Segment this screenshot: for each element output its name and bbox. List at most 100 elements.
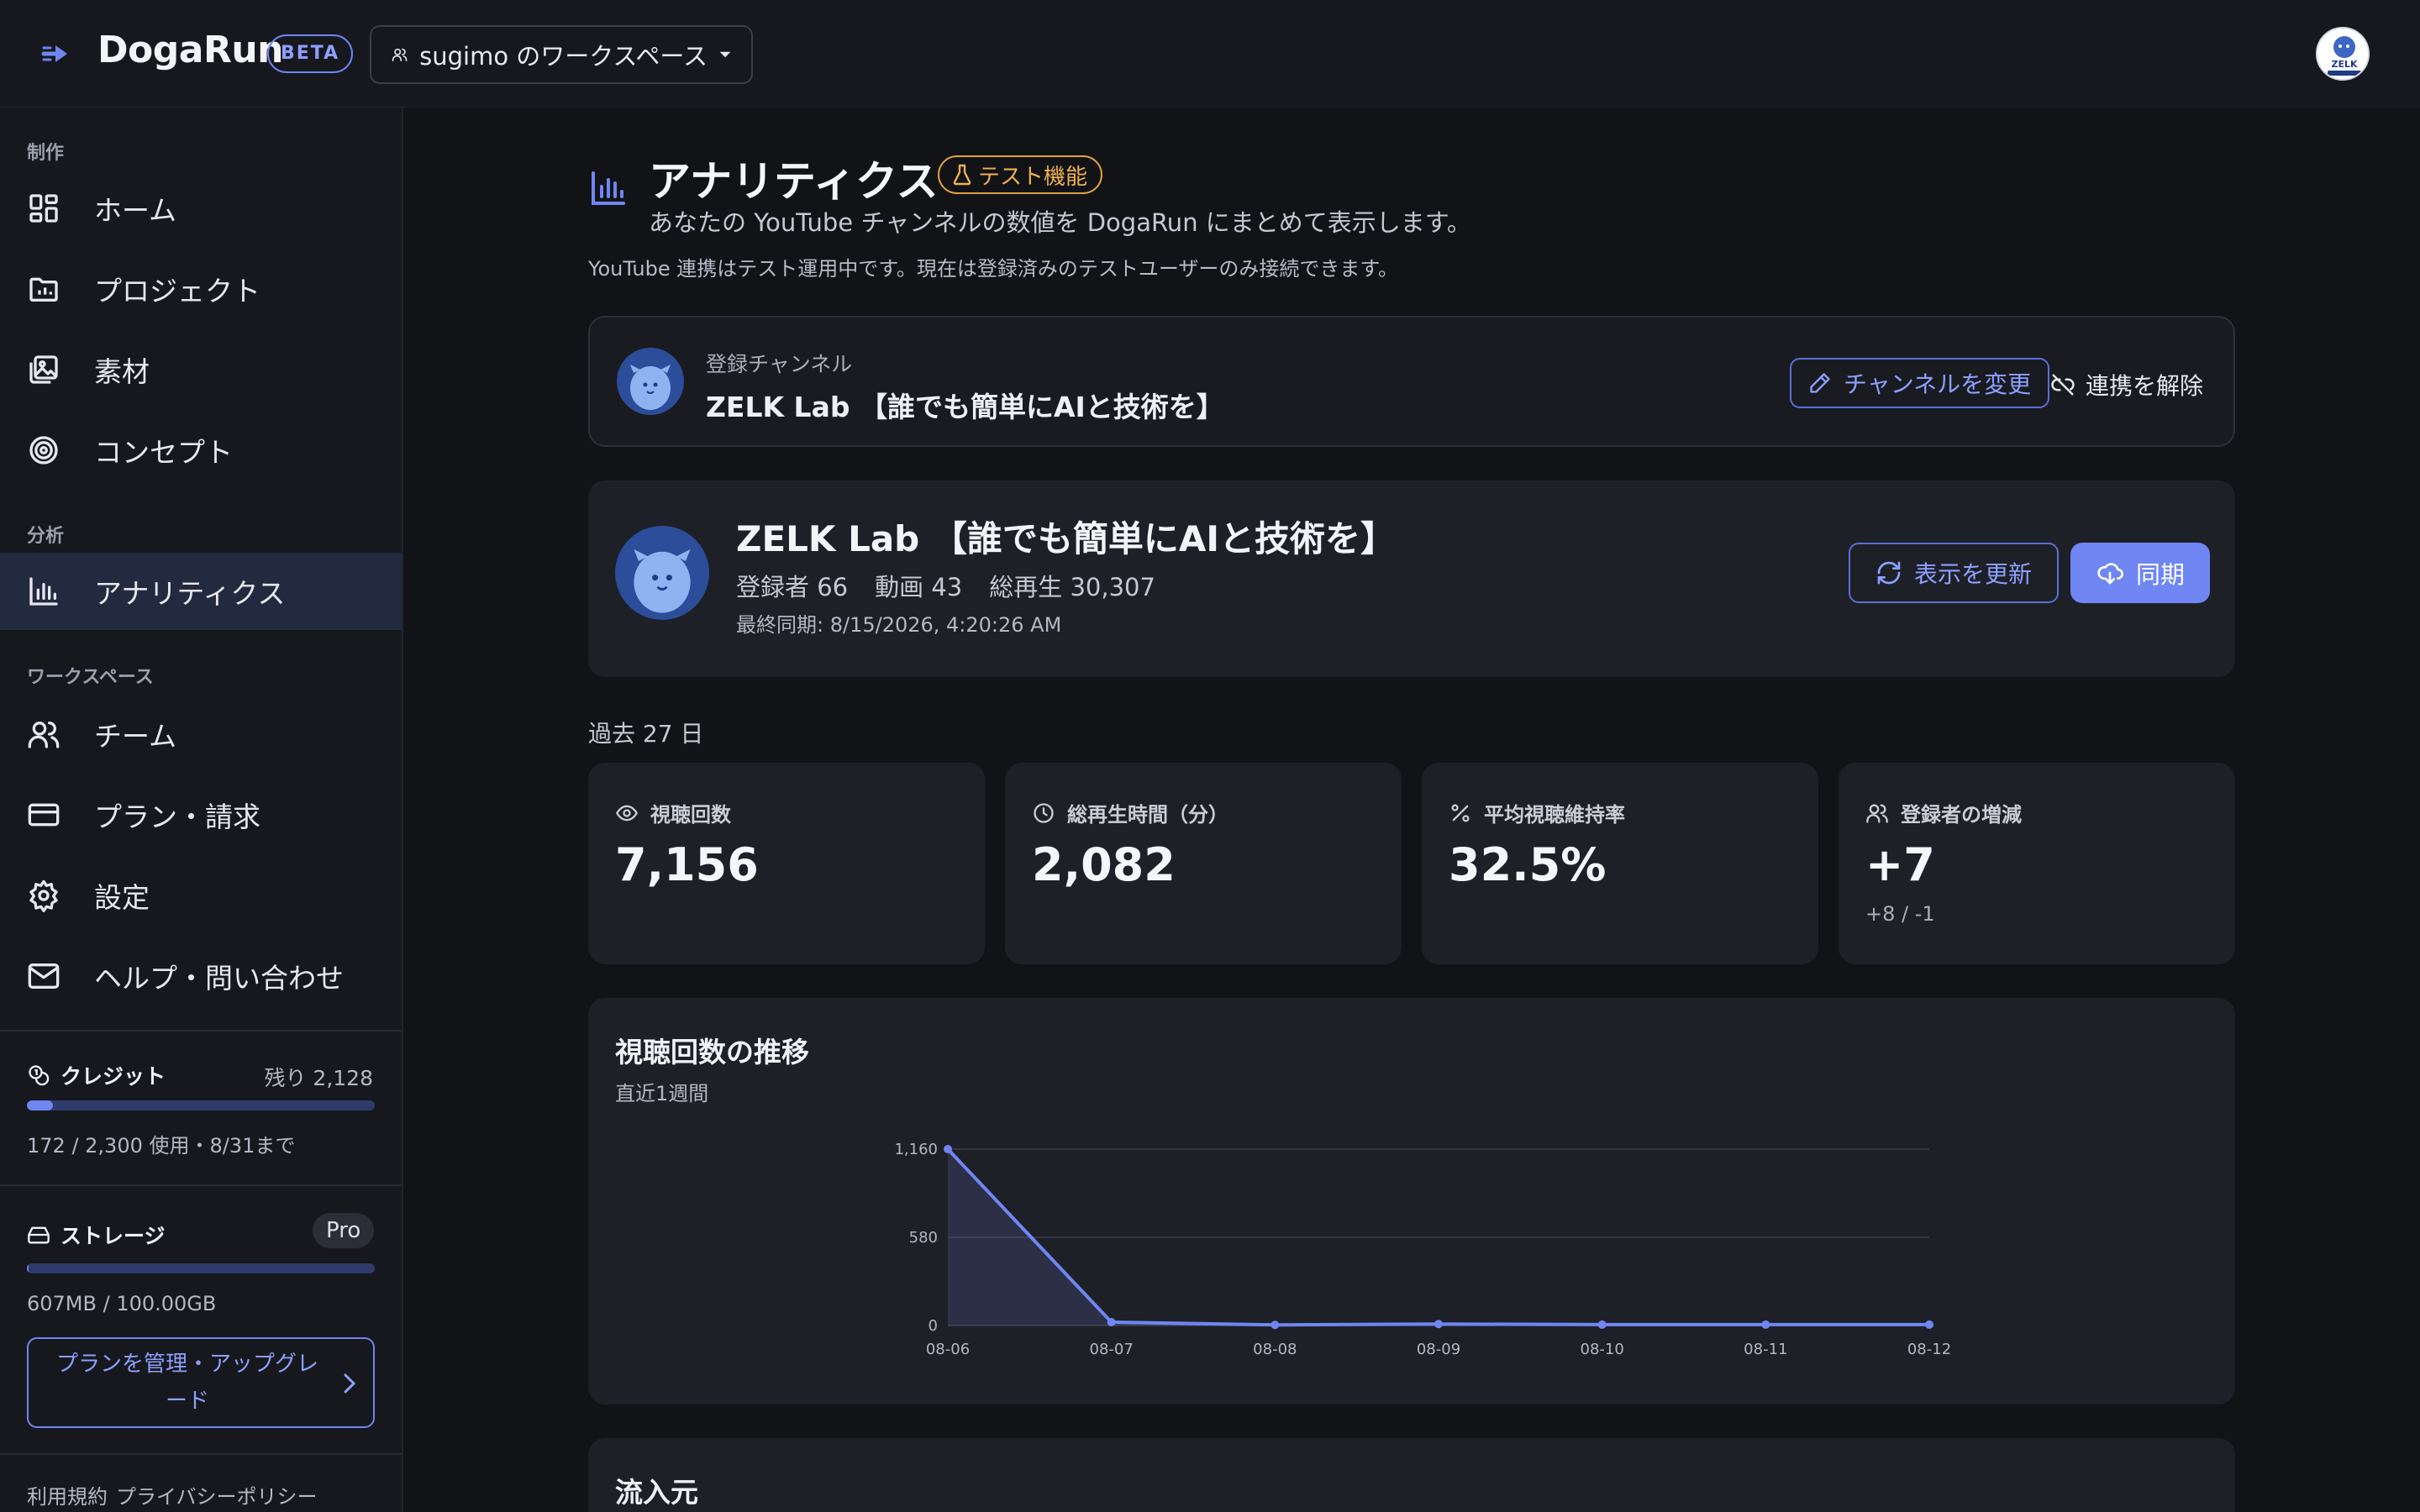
users-icon [1866,804,1888,823]
chart-data-point [1761,1320,1770,1329]
logo-icon [41,45,67,62]
terms-link[interactable]: 利用規約 [27,1480,108,1509]
page-subtitle: あなたの YouTube チャンネルの数値を DogaRun にまとめて表示しま… [649,208,1471,237]
credit-card-icon [28,803,60,827]
mail-icon [28,963,60,989]
sidebar-divider [0,1184,402,1186]
disconnect-label: 連携を解除 [2086,372,2204,400]
kpi-subtext: +8 / -1 [1865,902,1935,926]
kpi-header: 視聴回数 [615,798,731,827]
page-note: YouTube 連携はテスト運用中です。現在は登録済みのテストユーザーのみ接続で… [588,257,1398,281]
privacy-link[interactable]: プライバシーポリシー [116,1480,318,1509]
change-channel-label: チャンネルを変更 [1844,370,2032,398]
sync-button[interactable]: 同期 [2070,543,2211,603]
kpi-label: 総再生時間（分） [1067,803,1228,827]
page-title: アナリティクス [649,157,939,206]
gear-icon [29,879,58,912]
sidebar-item-assets[interactable]: 素材 [0,331,402,408]
workspace-switcher[interactable]: sugimo のワークスペース [370,25,753,84]
refresh-icon [1877,561,1901,585]
storage-title: ストレージ [27,1220,166,1250]
views-trend-card: 視聴回数の推移 直近1週間 0 580 1,160 08-06 08-07 08-08 08… [588,998,2235,1404]
sidebar-item-label: コンセプト [94,436,233,469]
chart-x-tick-label: 08-07 [1090,1341,1134,1358]
traffic-sources-title: 流入元 [615,1476,698,1509]
nav-section-analysis: 分析 [27,526,65,547]
folder-chart-icon [29,277,58,302]
hard-drive-icon [28,1226,50,1244]
registered-channel-card: 登録チャンネル ZELK Lab 【誰でも簡単にAIと技術を】 チャンネルを変更… [588,316,2235,447]
kpi-value: +7 [1865,838,1935,891]
chart-x-tick-label: 08-06 [926,1341,970,1358]
bar-chart-icon [29,577,58,606]
cloud-download-icon [2097,563,2123,585]
change-channel-button[interactable]: チャンネルを変更 [1790,358,2050,408]
legal-links: 利用規約 プライバシーポリシー [27,1480,318,1509]
storage-progress-fill [27,1263,29,1273]
beta-feature-label: テスト機能 [978,164,1088,190]
images-icon [29,355,58,384]
chart-x-tick-label: 08-11 [1744,1341,1787,1358]
bar-chart-icon [592,171,625,205]
chart-x-tick-label: 08-12 [1907,1341,1951,1358]
kpi-label: 視聴回数 [650,803,731,827]
channel-label: 登録チャンネル [706,352,853,376]
coins-icon [29,1065,50,1086]
svg-text:ZELK: ZELK [2331,59,2357,70]
user-avatar[interactable]: ZELK [2316,27,2370,81]
percent-icon [1451,804,1470,822]
sidebar-item-team[interactable]: チーム [0,696,402,773]
sidebar-item-settings[interactable]: 設定 [0,857,402,934]
chart-x-tick-label: 08-10 [1581,1341,1624,1358]
dashboard-icon [29,194,58,223]
kpi-card-views: 視聴回数 7,156 [588,763,985,964]
sidebar-item-projects[interactable]: プロジェクト [0,250,402,328]
subscriber-count: 登録者 66 [736,573,849,601]
nav-section-workspace: ワークスペース [27,667,154,688]
sidebar-item-label: 設定 [94,881,150,914]
sidebar-item-help[interactable]: ヘルプ・問い合わせ [0,937,402,1015]
chart-y-tick-label: 0 [929,1317,938,1335]
views-trend-chart[interactable]: 0 580 1,160 08-06 08-07 08-08 08-09 08-10 08-11 0… [588,998,2235,1404]
chart-data-point [1597,1320,1607,1329]
credit-progress-fill [27,1100,54,1110]
disconnect-button[interactable]: 連携を解除 [2050,368,2203,402]
chevron-right-icon [344,1373,356,1394]
top-bar: DogaRun BETA sugimo のワークスペース ZELK [0,0,2420,108]
manage-plan-label: プランを管理・アップグレード [55,1352,318,1414]
chart-x-tick-label: 08-08 [1253,1341,1297,1358]
last-sync: 最終同期: 8/15/2026, 4:20:26 AM [736,613,1062,637]
beta-badge: BETA [267,34,354,73]
storage-usage: 607MB / 100.00GB [27,1292,217,1315]
nav-section-create: 制作 [27,143,65,164]
users-icon [392,48,408,61]
kpi-label: 登録者の増減 [1901,803,2022,827]
kpi-value: 7,156 [615,838,759,891]
refresh-label: 表示を更新 [1914,560,2033,588]
sidebar-item-concept[interactable]: コンセプト [0,412,402,489]
traffic-sources-card: 流入元 [588,1438,2235,1512]
clock-icon [1034,802,1054,823]
kpi-value: 32.5% [1449,838,1607,891]
credit-progress-bar [27,1100,375,1110]
total-views: 総再生 30,307 [989,573,1155,601]
sidebar-item-label: ホーム [94,194,177,227]
users-icon [28,722,60,748]
beta-feature-badge: テスト機能 [938,155,1103,194]
sidebar-item-label: プラン・請求 [94,801,260,833]
sidebar-item-home[interactable]: ホーム [0,170,402,247]
refresh-button[interactable]: 表示を更新 [1849,543,2060,603]
sidebar-item-billing[interactable]: プラン・請求 [0,776,402,853]
credit-title-label: クレジット [60,1064,166,1089]
app-name[interactable]: DogaRun [97,29,283,71]
kpi-header: 平均視聴維持率 [1449,798,1625,827]
plan-badge: Pro [313,1213,375,1248]
channel-summary-card: ZELK Lab 【誰でも簡単にAIと技術を】 登録者 66 動画 43 総再生… [588,480,2235,677]
chart-data-point [1925,1320,1933,1329]
sidebar-item-analytics[interactable]: アナリティクス [0,553,402,630]
caret-down-icon [719,51,731,58]
manage-plan-button[interactable]: プランを管理・アップグレード [27,1337,375,1428]
user-avatar-image: ZELK [2317,29,2368,79]
sidebar: 制作 ホーム プロジェクト 素材 コンセプト 分析 アナリティクス ワークスペー… [0,108,403,1512]
storage-progress-bar [27,1263,375,1273]
